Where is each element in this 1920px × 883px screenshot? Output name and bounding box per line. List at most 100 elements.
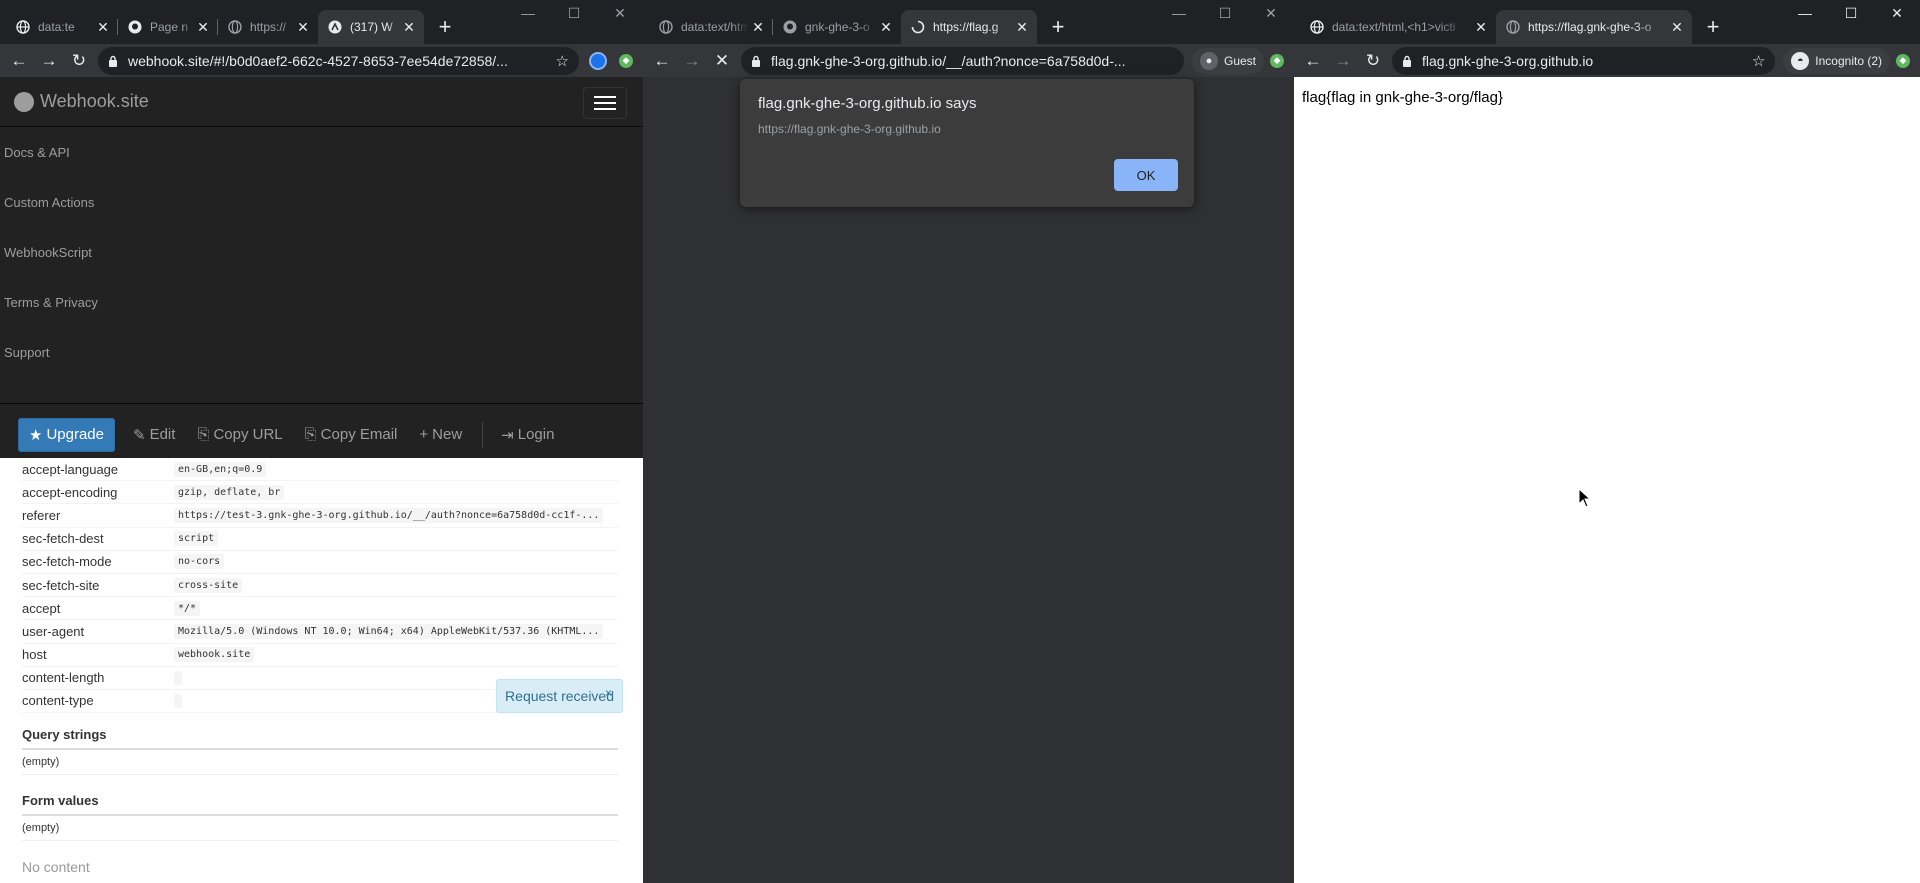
close-icon[interactable]: ✕	[94, 19, 112, 36]
copy-email-button[interactable]: ⎘ Copy Email	[295, 418, 408, 452]
menu-item-docs[interactable]: Docs & API	[0, 127, 643, 177]
alert-message: https://flag.gnk-ghe-3-org.github.io	[758, 122, 941, 136]
window-controls: — ☐ ✕	[505, 0, 643, 26]
forward-icon[interactable]: →	[677, 47, 707, 75]
new-tab-button[interactable]: +	[430, 10, 460, 44]
close-icon[interactable]: ✕	[1472, 19, 1490, 36]
close-icon[interactable]: ✕	[1013, 19, 1031, 36]
close-icon[interactable]: ✕	[294, 19, 312, 36]
menu-item-custom-actions[interactable]: Custom Actions	[0, 177, 643, 227]
tab-title: data:text/htm	[681, 20, 749, 34]
close-icon[interactable]: ×	[605, 686, 612, 700]
close-icon[interactable]: ✕	[1668, 19, 1686, 36]
tab-strip: data:te ✕ Page n ✕ https:// ✕ (317) W ✕ …	[0, 0, 643, 44]
extension-icon[interactable]: ◆	[1896, 53, 1910, 68]
close-icon[interactable]: ✕	[400, 19, 418, 36]
forward-icon[interactable]: →	[34, 47, 64, 75]
lock-icon	[751, 55, 761, 67]
tab-https[interactable]: https:// ✕	[218, 10, 318, 44]
close-icon[interactable]: ✕	[749, 19, 767, 36]
close-icon[interactable]: ✕	[877, 19, 895, 36]
edit-button[interactable]: ✎ Edit	[123, 418, 185, 452]
minimize-icon[interactable]: —	[1156, 0, 1202, 26]
reload-icon[interactable]: ↻	[1358, 47, 1388, 75]
maximize-icon[interactable]: ☐	[551, 0, 597, 26]
toast-text: Request received	[505, 688, 614, 704]
window-controls: — ☐ ✕	[1782, 0, 1920, 26]
extension-icon[interactable]: ◆	[1270, 53, 1284, 68]
tab-data[interactable]: data:text/html,<h1>victi ✕	[1300, 10, 1496, 44]
tab-title: data:text/html,<h1>victi	[1332, 20, 1456, 34]
profile-avatar[interactable]	[589, 51, 607, 70]
close-window-icon[interactable]: ✕	[1874, 0, 1920, 26]
request-received-toast[interactable]: Request received ×	[496, 679, 623, 713]
menu-item-support[interactable]: Support	[0, 327, 643, 377]
globe-icon	[16, 20, 30, 34]
no-content-text: No content	[22, 859, 90, 876]
form-values-heading: Form values	[22, 793, 618, 817]
copy-url-button[interactable]: ⎘ Copy URL	[187, 418, 292, 452]
forward-icon[interactable]: →	[1328, 47, 1358, 75]
ok-button[interactable]: OK	[1114, 159, 1178, 191]
stop-icon[interactable]: ✕	[707, 47, 737, 75]
close-icon[interactable]: ✕	[194, 19, 212, 36]
brand[interactable]: Webhook.site	[0, 77, 643, 127]
header-value	[174, 693, 182, 708]
loading-icon	[911, 20, 925, 34]
browser-toolbar: ← → ↻ flag.gnk-ghe-3-org.github.io ☆ ◓ I…	[1294, 44, 1920, 77]
incognito-profile-button[interactable]: ◓ Incognito (2)	[1783, 47, 1890, 74]
tab-data[interactable]: data:te ✕	[6, 10, 118, 44]
header-value: en-GB,en;q=0.9	[174, 461, 267, 477]
address-bar[interactable]: flag.gnk-ghe-3-org.github.io ☆	[1392, 46, 1776, 75]
minimize-icon[interactable]: —	[1782, 0, 1828, 26]
globe-icon	[228, 20, 242, 34]
login-label: Login	[517, 426, 555, 443]
new-button[interactable]: + New	[409, 418, 472, 452]
header-key: accept-encoding	[22, 484, 118, 500]
extension-icon[interactable]: ◆	[619, 53, 633, 68]
minimize-icon[interactable]: —	[505, 0, 551, 26]
table-row: user-agent Mozilla/5.0 (Windows NT 10.0; …	[22, 620, 618, 644]
github-icon	[783, 20, 797, 34]
new-tab-button[interactable]: +	[1698, 10, 1728, 44]
reload-icon[interactable]: ↻	[64, 47, 94, 75]
star-icon[interactable]: ☆	[1752, 52, 1765, 70]
tab-title: gnk-ghe-3-o	[805, 20, 870, 34]
back-icon[interactable]: ←	[1298, 47, 1328, 75]
login-button[interactable]: ⇥ Login	[491, 418, 564, 452]
new-tab-button[interactable]: +	[1043, 10, 1073, 44]
guest-profile-button[interactable]: ● Guest	[1191, 47, 1264, 74]
webhook-logo-icon	[14, 91, 34, 112]
plus-icon: +	[419, 426, 429, 443]
address-bar[interactable]: flag.gnk-ghe-3-org.github.io/__/auth?non…	[741, 46, 1184, 75]
table-row: host webhook.site	[22, 644, 618, 667]
star-icon[interactable]: ☆	[556, 52, 569, 70]
back-icon[interactable]: ←	[4, 47, 34, 75]
header-key: sec-fetch-dest	[22, 531, 104, 547]
query-strings-value: (empty)	[22, 750, 618, 776]
address-bar[interactable]: webhook.site/#!/b0d0aef2-662c-4527-8653-…	[98, 46, 579, 75]
close-window-icon[interactable]: ✕	[1248, 0, 1294, 26]
tab-flag[interactable]: https://flag.g ✕	[901, 10, 1037, 44]
menu-item-webhookscript[interactable]: WebhookScript	[0, 227, 643, 277]
tab-github[interactable]: gnk-ghe-3-o ✕	[773, 10, 901, 44]
star-icon: ★	[29, 426, 43, 444]
maximize-icon[interactable]: ☐	[1828, 0, 1874, 26]
alert-title: flag.gnk-ghe-3-org.github.io says	[758, 95, 977, 112]
mouse-cursor-icon	[1578, 488, 1592, 508]
header-key: user-agent	[22, 623, 85, 639]
profile-label: Incognito (2)	[1815, 53, 1882, 68]
profile-label: Guest	[1223, 53, 1256, 68]
upgrade-button[interactable]: ★ Upgrade	[18, 417, 115, 452]
maximize-icon[interactable]: ☐	[1202, 0, 1248, 26]
tab-data[interactable]: data:text/htm ✕	[649, 10, 773, 44]
hamburger-menu-button[interactable]	[583, 87, 627, 119]
tab-flag[interactable]: https://flag.gnk-ghe-3-o ✕	[1496, 10, 1692, 44]
tab-github[interactable]: Page n ✕	[118, 10, 218, 44]
globe-icon	[1506, 20, 1520, 34]
tab-webhook[interactable]: (317) W ✕	[318, 10, 424, 44]
menu-item-terms[interactable]: Terms & Privacy	[0, 277, 643, 327]
close-window-icon[interactable]: ✕	[597, 0, 643, 26]
back-icon[interactable]: ←	[647, 47, 677, 75]
brand-name: Webhook.site	[40, 91, 149, 111]
